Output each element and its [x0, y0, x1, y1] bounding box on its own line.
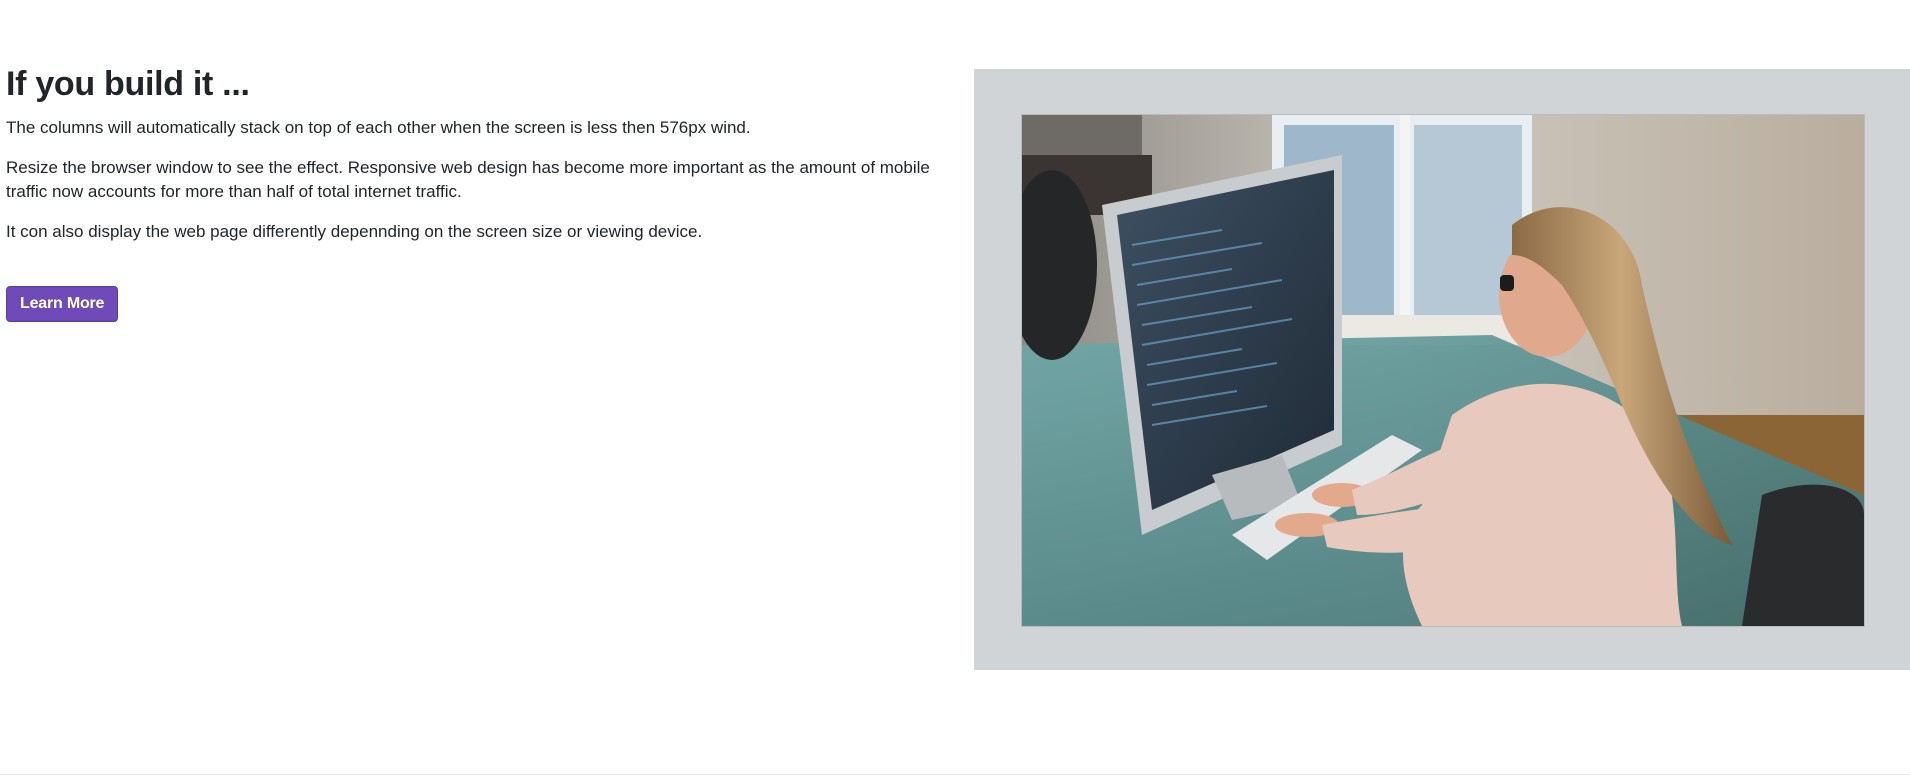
page: If you build it ... The columns will aut…	[0, 0, 1910, 784]
paragraph-resize-info: Resize the browser window to see the eff…	[6, 158, 930, 201]
text-column: If you build it ... The columns will aut…	[6, 62, 946, 322]
footer-divider	[0, 774, 1910, 775]
learn-more-button[interactable]: Learn More	[6, 286, 119, 322]
page-heading: If you build it ...	[6, 65, 250, 103]
hero-photo	[1021, 114, 1865, 627]
hero-photo-illustration	[1022, 115, 1864, 626]
paragraph-stack-info: The columns will automatically stack on …	[6, 118, 751, 137]
image-frame	[974, 69, 1910, 670]
paragraph-display-info: It con also display the web page differe…	[6, 222, 703, 241]
